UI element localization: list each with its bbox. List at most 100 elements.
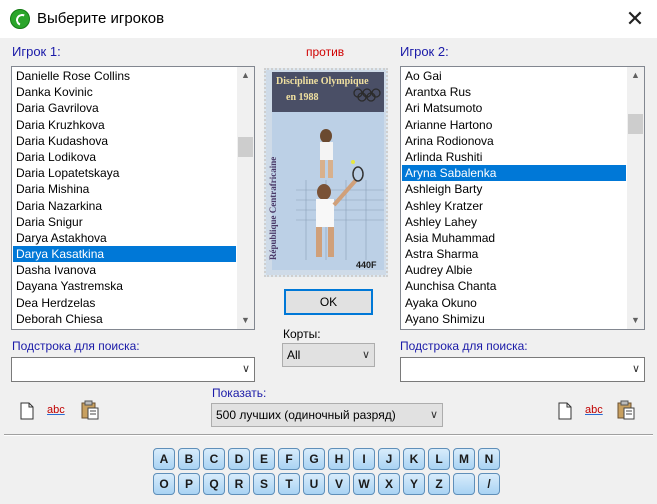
list-item[interactable]: Darya Kasatkina <box>13 246 236 263</box>
list-item[interactable]: Dayana Yastremska <box>13 278 236 294</box>
key-button[interactable]: P <box>178 473 200 495</box>
courts-label: Корты: <box>283 327 321 341</box>
key-button[interactable]: A <box>153 448 175 470</box>
list-item[interactable]: Astra Sharma <box>402 246 626 262</box>
list-item[interactable]: Daria Lodikova <box>13 149 236 165</box>
key-button[interactable]: D <box>228 448 250 470</box>
tennis-stamp-picture: Discipline Olympique en 1988 République … <box>266 70 386 275</box>
key-button[interactable]: C <box>203 448 225 470</box>
page-icon[interactable] <box>556 402 574 420</box>
key-button[interactable]: V <box>328 473 350 495</box>
key-button[interactable]: M <box>453 448 475 470</box>
show-select[interactable]: 500 лучших (одиночный разряд) ∨ <box>211 403 443 427</box>
key-button[interactable]: O <box>153 473 175 495</box>
scroll-down-icon[interactable]: ▼ <box>627 312 644 329</box>
list-item[interactable]: Daria Kudashova <box>13 133 236 149</box>
list-item[interactable]: Daria Kruzhkova <box>13 117 236 133</box>
list-item[interactable]: Daria Nazarkina <box>13 198 236 214</box>
scroll-down-icon[interactable]: ▼ <box>237 312 254 329</box>
app-logo-icon <box>10 9 30 29</box>
chevron-down-icon[interactable]: ∨ <box>632 358 640 380</box>
list-item[interactable]: Aunchisa Chanta <box>402 278 626 294</box>
key-button[interactable]: X <box>378 473 400 495</box>
stamp-line2: en 1988 <box>286 92 319 103</box>
list-item[interactable]: Dea Herdzelas <box>13 295 236 311</box>
key-button[interactable] <box>453 473 475 495</box>
key-button[interactable]: / <box>478 473 500 495</box>
player2-scroll-thumb[interactable] <box>628 114 643 134</box>
player2-list-items: Ao Gai Arantxa Rus Ari Matsumoto Arianne Ha… <box>402 68 626 327</box>
key-button[interactable]: S <box>253 473 275 495</box>
list-item[interactable]: Ashley Kratzer <box>402 198 626 214</box>
player2-label: Игрок 2: <box>400 44 449 59</box>
list-item[interactable]: Ashleigh Barty <box>402 181 626 197</box>
list-item[interactable]: Arlinda Rushiti <box>402 149 626 165</box>
key-button[interactable]: Z <box>428 473 450 495</box>
list-item[interactable]: Arianne Hartono <box>402 117 626 133</box>
key-button[interactable]: Y <box>403 473 425 495</box>
chevron-down-icon[interactable]: ∨ <box>242 358 250 380</box>
key-button[interactable]: N <box>478 448 500 470</box>
player1-scroll-thumb[interactable] <box>238 137 253 157</box>
key-button[interactable]: U <box>303 473 325 495</box>
key-button[interactable]: R <box>228 473 250 495</box>
clipboard-icon[interactable] <box>80 400 100 420</box>
player1-scrollbar[interactable]: ▲ ▼ <box>237 67 254 329</box>
player1-label: Игрок 1: <box>12 44 61 59</box>
player2-search-input[interactable]: ∨ <box>400 357 645 382</box>
scroll-up-icon[interactable]: ▲ <box>237 67 254 84</box>
list-item[interactable]: Asia Muhammad <box>402 230 626 246</box>
list-item[interactable]: Arina Rodionova <box>402 133 626 149</box>
list-item[interactable]: Deborah Chiesa <box>13 311 236 327</box>
list-item[interactable]: Dasha Ivanova <box>13 262 236 278</box>
key-button[interactable]: T <box>278 473 300 495</box>
stamp-value: 440F <box>356 260 377 270</box>
courts-select[interactable]: All ∨ <box>282 343 375 367</box>
key-button[interactable]: E <box>253 448 275 470</box>
list-item[interactable]: Ayano Shimizu <box>402 311 626 327</box>
list-item[interactable]: Aryna Sabalenka <box>402 165 626 182</box>
stamp-image: Discipline Olympique en 1988 République … <box>264 68 388 277</box>
key-button[interactable]: F <box>278 448 300 470</box>
player2-list[interactable]: Ao Gai Arantxa Rus Ari Matsumoto Arianne Ha… <box>400 66 645 330</box>
player1-list[interactable]: Danielle Rose Collins Danka Kovinic Daria … <box>11 66 255 330</box>
stamp-line1: Discipline Olympique <box>276 76 369 87</box>
page-icon[interactable] <box>18 402 36 420</box>
list-item[interactable]: Ari Matsumoto <box>402 100 626 116</box>
key-button[interactable]: G <box>303 448 325 470</box>
title-bar: Выберите игроков ✕ <box>0 0 657 38</box>
stamp-country: République Centrafricaine <box>268 157 278 260</box>
key-button[interactable]: B <box>178 448 200 470</box>
list-item[interactable]: Ayaka Okuno <box>402 295 626 311</box>
list-item[interactable]: Ashley Lahey <box>402 214 626 230</box>
list-item[interactable]: Arantxa Rus <box>402 84 626 100</box>
ok-button[interactable]: OK <box>284 289 373 315</box>
key-button[interactable]: L <box>428 448 450 470</box>
abc-icon[interactable]: abc <box>47 404 65 416</box>
scroll-up-icon[interactable]: ▲ <box>627 67 644 84</box>
list-item[interactable]: Ao Gai <box>402 68 626 84</box>
courts-value: All <box>287 348 301 362</box>
list-item[interactable]: Daria Mishina <box>13 181 236 197</box>
key-button[interactable]: Q <box>203 473 225 495</box>
list-item[interactable]: Danka Kovinic <box>13 84 236 100</box>
player2-scrollbar[interactable]: ▲ ▼ <box>627 67 644 329</box>
close-button[interactable]: ✕ <box>620 4 650 34</box>
window-title: Выберите игроков <box>37 10 165 27</box>
list-item[interactable]: Danielle Rose Collins <box>13 68 236 84</box>
key-button[interactable]: J <box>378 448 400 470</box>
player1-search-input[interactable]: ∨ <box>11 357 255 382</box>
key-button[interactable]: W <box>353 473 375 495</box>
list-item[interactable]: Daria Gavrilova <box>13 100 236 116</box>
show-value: 500 лучших (одиночный разряд) <box>216 408 396 422</box>
list-item[interactable]: Audrey Albie <box>402 262 626 278</box>
key-button[interactable]: H <box>328 448 350 470</box>
abc-icon[interactable]: abc <box>585 404 603 416</box>
chevron-down-icon: ∨ <box>429 409 438 421</box>
clipboard-icon[interactable] <box>616 400 636 420</box>
key-button[interactable]: I <box>353 448 375 470</box>
list-item[interactable]: Daria Lopatetskaya <box>13 165 236 181</box>
list-item[interactable]: Darya Astakhova <box>13 230 236 246</box>
key-button[interactable]: K <box>403 448 425 470</box>
list-item[interactable]: Daria Snigur <box>13 214 236 230</box>
